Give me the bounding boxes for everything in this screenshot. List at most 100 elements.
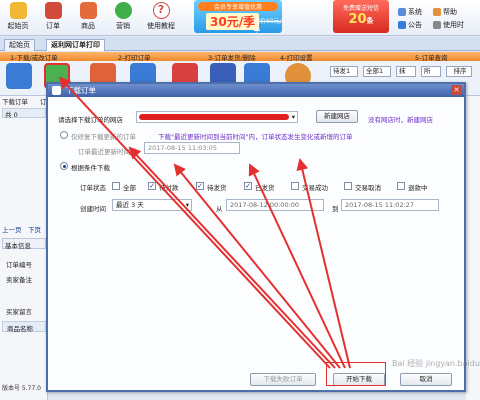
marketing-button[interactable]: 营销 — [108, 2, 138, 34]
orders-button[interactable]: 订单 — [38, 2, 68, 34]
watermark: Bai 经验 jingyan.baidu.com — [392, 359, 480, 368]
help-small-icon — [433, 8, 441, 16]
tab-basic-info[interactable]: 基本信息 — [5, 240, 31, 250]
app-logo-icon — [52, 86, 61, 95]
update-only-label: 仅修复下载更新的订单 — [71, 133, 136, 141]
notice-label: 公告 — [408, 21, 422, 29]
download-orders-dialog: 下载订单 ✕ 请选择下载订单的网店 ▾ 新建网店 没有网店时，新建网店 仅修复下… — [46, 82, 466, 392]
home-icon — [9, 2, 27, 19]
from-datetime-value: 2017-08-12 00:00:00 — [230, 201, 300, 209]
status-pending-pay-checkbox[interactable]: ✓ — [148, 182, 156, 190]
start-page-label: 起始页 — [7, 22, 29, 30]
start-page-button[interactable]: 起始页 — [3, 2, 33, 34]
filter-dropdown[interactable]: 抹 — [396, 66, 416, 77]
left-panel: 下载订单 订单 共 0 上一页 下页 基本信息 订单编号 卖家备注 买家留言 商… — [0, 96, 53, 400]
shop-dropdown[interactable]: 所 — [421, 66, 441, 77]
status-refunding-label: 退款中 — [408, 184, 428, 192]
order-status-label: 订单状态 — [80, 184, 106, 192]
list-header: 共 0 — [2, 108, 46, 119]
status-all-checkbox[interactable] — [112, 182, 120, 190]
to-datetime-value: 2017-08-15 11:02:27 — [345, 201, 415, 209]
buyer-message-label: 买家留言 — [6, 308, 32, 316]
dialog-title: 下载订单 — [66, 86, 96, 95]
range-chevron-icon: ▾ — [185, 201, 189, 209]
system-label: 系统 — [408, 8, 422, 16]
start-button-highlight — [326, 362, 386, 386]
status-refunding-checkbox[interactable] — [397, 182, 405, 190]
last-update-value: 2017-08-15 11:03:05 — [148, 144, 218, 152]
last-update-label: 订单最近更新时间 — [78, 148, 130, 156]
download-failed-orders-button[interactable]: 下载失败订单 — [250, 373, 316, 386]
promo-old-price: 原价60元/季 — [254, 18, 282, 33]
right-panel — [466, 96, 480, 400]
gear-icon — [398, 8, 406, 16]
from-label: 从 — [216, 205, 223, 213]
product-header: 商品名称 — [2, 321, 46, 333]
shop-select[interactable]: ▾ — [136, 111, 298, 123]
tutorial-label: 使用教程 — [147, 22, 175, 30]
tab-order-print[interactable]: 返利网订单打印 — [46, 39, 105, 51]
tab-start-page[interactable]: 起始页 — [4, 39, 35, 51]
dialog-title-bar: 下载订单 ✕ — [48, 84, 464, 97]
help-menu[interactable]: 帮助 — [433, 6, 457, 18]
create-time-label: 创建时间 — [80, 205, 106, 213]
cancel-button[interactable]: 取消 — [400, 373, 452, 386]
time-range-select[interactable]: 最近 3 天 ▾ — [112, 199, 192, 211]
to-datetime-field[interactable]: 2017-08-15 11:02:27 — [341, 199, 439, 211]
marketing-label: 营销 — [116, 22, 130, 30]
usage-time-label: 使用时 — [443, 21, 464, 29]
status-pending-pay-label: 待付款 — [159, 184, 179, 192]
order-number-label: 订单编号 — [6, 261, 32, 269]
section-header: 1-下载/或改订单 2-打印订单 3-订单发货/删除 4-打印设置 5-订单查询 — [0, 52, 480, 62]
chevron-down-icon: ▾ — [291, 113, 295, 121]
chat-icon — [114, 2, 132, 19]
seller-note-label: 卖家备注 — [6, 276, 32, 284]
radio-update-only[interactable] — [60, 131, 68, 139]
download-orders-label[interactable]: 下载订单 — [2, 96, 28, 106]
product-name-label: 商品名称 — [7, 325, 33, 333]
all-dropdown[interactable]: 全部1 — [363, 66, 391, 77]
time-range-value: 最近 3 天 — [116, 201, 144, 209]
promo-banner[interactable]: 会员专享增值优惠 30元/季 原价60元/季 — [194, 0, 282, 33]
orders-label: 订单 — [46, 22, 60, 30]
from-datetime-field[interactable]: 2017-08-12 00:00:00 — [226, 199, 324, 211]
sort-button[interactable]: 排序 — [446, 66, 472, 77]
status-cancelled-label: 交易取消 — [355, 184, 381, 192]
by-condition-label: 根据条件下载 — [71, 164, 110, 172]
notice-menu[interactable]: 公告 — [398, 19, 422, 31]
tutorial-button[interactable]: ? 使用教程 — [143, 2, 179, 34]
status-pending-ship-label: 待发货 — [207, 184, 227, 192]
page-tabs: 起始页 返利网订单打印 — [0, 37, 480, 51]
clock-icon — [433, 21, 441, 29]
status-all-label: 全部 — [123, 184, 136, 192]
usage-time-menu[interactable]: 使用时 — [433, 19, 464, 31]
promo-top-text: 会员专享增值优惠 — [198, 2, 278, 11]
orders-icon — [44, 2, 62, 19]
next-page-link[interactable]: 下页 — [28, 224, 41, 234]
promo-price: 30元/季 — [206, 13, 260, 30]
top-toolbar: 起始页 订单 商品 营销 ? 使用教程 会员专享增值优惠 30元/季 原价60元… — [0, 0, 480, 36]
help-label: 帮助 — [443, 8, 457, 16]
redacted-shop-name — [139, 114, 289, 120]
status-dropdown[interactable]: 待发1 — [330, 66, 358, 77]
sms-banner-count: 20条 — [348, 12, 374, 27]
status-shipped-checkbox[interactable]: ✓ — [244, 182, 252, 190]
last-update-field[interactable]: 2017-08-15 11:03:05 — [144, 142, 240, 154]
help-icon: ? — [152, 2, 170, 19]
no-shop-link[interactable]: 没有网店时，新建网店 — [368, 114, 433, 124]
system-menu[interactable]: 系统 — [398, 6, 422, 18]
products-label: 商品 — [81, 22, 95, 30]
status-cancelled-checkbox[interactable] — [344, 182, 352, 190]
detail-tabs: 基本信息 — [2, 238, 46, 250]
status-success-checkbox[interactable] — [291, 182, 299, 190]
prev-page-link[interactable]: 上一页 — [2, 224, 22, 234]
close-icon[interactable]: ✕ — [451, 85, 462, 95]
products-button[interactable]: 商品 — [73, 2, 103, 34]
count-label: 共 0 — [5, 111, 18, 119]
status-pending-ship-checkbox[interactable]: ✓ — [196, 182, 204, 190]
update-note: 下载"最近更新时间到当前时间"内，订单状态发生变化或新增的订单 — [158, 133, 353, 141]
download-arrow-icon[interactable] — [6, 63, 32, 89]
new-shop-button[interactable]: 新建网店 — [316, 110, 358, 123]
sms-banner[interactable]: 免费赠送短信 20条 — [333, 0, 389, 33]
radio-by-condition[interactable] — [60, 162, 68, 170]
